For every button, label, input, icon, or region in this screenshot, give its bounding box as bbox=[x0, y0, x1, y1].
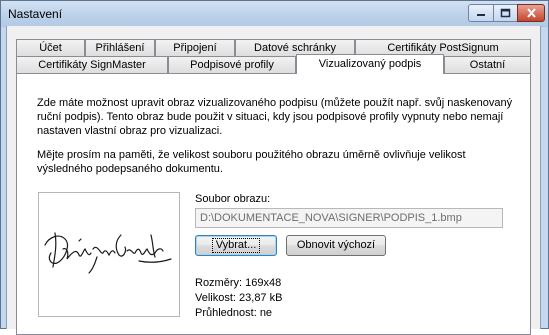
tab-label: Podpisové profily bbox=[190, 59, 274, 71]
intro-text-line-1: Zde máte možnost upravit obraz vizualizo… bbox=[37, 97, 513, 109]
tab-label: Účet bbox=[39, 42, 62, 54]
tab-label: Vizualizovaný podpis bbox=[318, 58, 422, 70]
browse-button[interactable]: Vybrat... bbox=[195, 235, 277, 256]
image-size: Velikost: 23,87 kB bbox=[195, 292, 283, 304]
restore-default-label: Obnovit výchozí bbox=[296, 239, 376, 251]
title-bar[interactable]: Nastavení bbox=[1, 1, 548, 27]
tab-ucet[interactable]: Účet bbox=[16, 39, 85, 56]
image-transparency: Průhlednost: ne bbox=[195, 307, 273, 319]
tab-podpisove-profily[interactable]: Podpisové profily bbox=[168, 56, 296, 73]
tab-pripojeni[interactable]: Připojení bbox=[155, 39, 235, 56]
close-icon bbox=[526, 8, 536, 18]
tab-certifikaty-signmaster[interactable]: Certifikáty SignMaster bbox=[16, 56, 168, 73]
tab-ostatni[interactable]: Ostatní bbox=[444, 56, 531, 73]
intro-text-line-3: nastaven vlastní obraz pro vizualizaci. bbox=[37, 125, 223, 137]
tab-label: Přihlášení bbox=[95, 42, 145, 54]
restore-default-button[interactable]: Obnovit výchozí bbox=[286, 235, 386, 256]
tab-label: Připojení bbox=[173, 42, 217, 54]
browse-button-label: Vybrat... bbox=[211, 238, 261, 253]
minimize-icon bbox=[477, 14, 485, 16]
intro-text-line-2: ruční podpis). Tento obraz bude použit v… bbox=[37, 111, 504, 123]
note-text-line-1: Mějte prosím na paměti, že velikost soub… bbox=[37, 149, 466, 161]
file-label: Soubor obrazu: bbox=[195, 193, 271, 205]
signature-preview bbox=[38, 192, 180, 317]
tab-vizualizovany-podpis[interactable]: Vizualizovaný podpis bbox=[296, 54, 444, 74]
minimize-button[interactable] bbox=[468, 4, 494, 22]
maximize-icon bbox=[500, 8, 511, 18]
tab-label: Ostatní bbox=[469, 59, 506, 71]
file-path-field[interactable]: D:\DOKUMENTACE_NOVA\SIGNER\PODPIS_1.bmp bbox=[195, 208, 503, 228]
signature-image bbox=[44, 232, 172, 274]
maximize-button[interactable] bbox=[493, 4, 518, 22]
window-title: Nastavení bbox=[8, 7, 63, 21]
close-button[interactable] bbox=[517, 4, 545, 22]
image-dimensions: Rozměry: 169x48 bbox=[195, 277, 282, 289]
tab-label: Datové schránky bbox=[254, 42, 336, 54]
note-text-line-2: výsledného podepsaného dokumentu. bbox=[37, 163, 223, 175]
tab-prihlaseni[interactable]: Přihlášení bbox=[85, 39, 155, 56]
tab-label: Certifikáty PostSignum bbox=[387, 42, 499, 54]
tab-label: Certifikáty SignMaster bbox=[38, 59, 146, 71]
